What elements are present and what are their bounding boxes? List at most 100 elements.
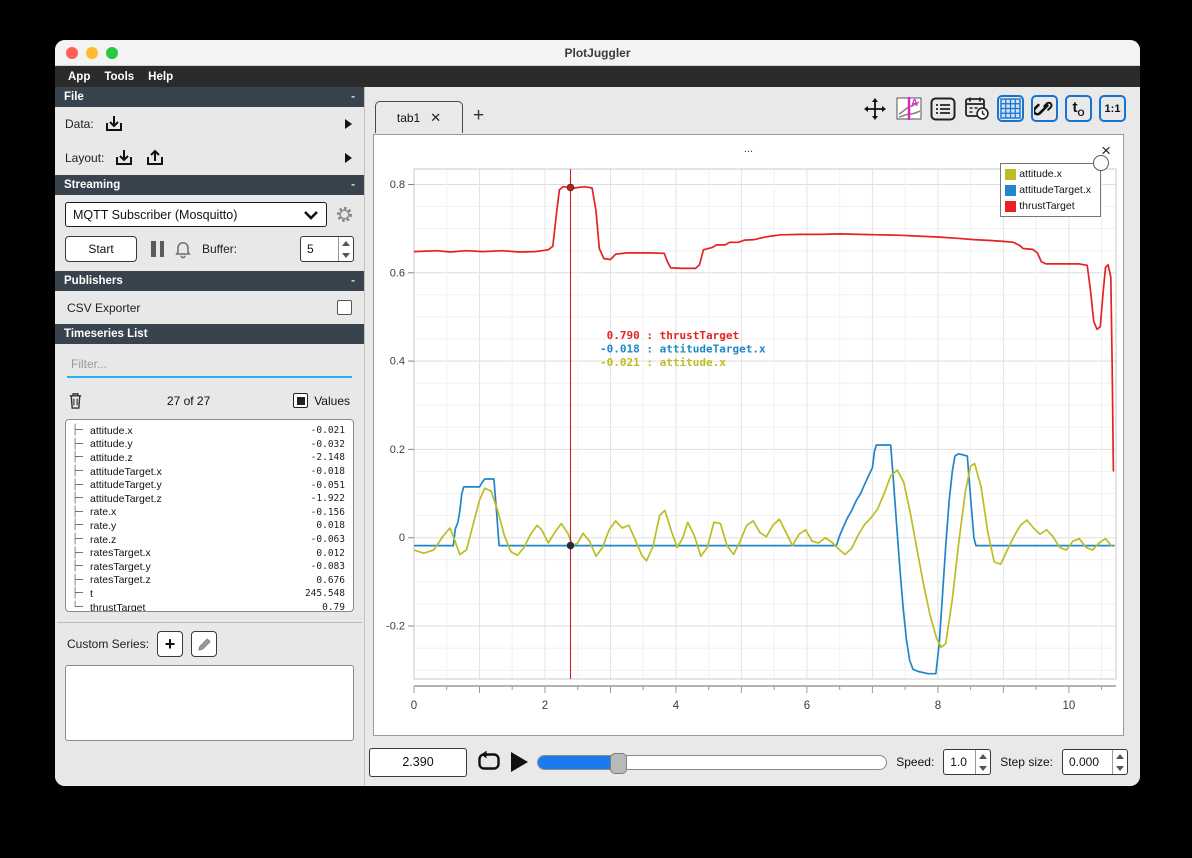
spin-down-button[interactable]	[339, 249, 353, 261]
plot-canvas[interactable]: -0.2 0 0.2 0.4 0.6 0.8 0 2 4 6 8 10 0.790 : thrustT…	[374, 159, 1126, 725]
series-value: -0.018	[310, 466, 345, 478]
start-streaming-button[interactable]: Start	[65, 236, 137, 262]
play-button[interactable]	[511, 752, 528, 772]
file-section-header[interactable]: File -	[55, 87, 364, 107]
filter-input[interactable]	[67, 354, 352, 378]
trash-icon[interactable]	[67, 391, 84, 410]
plot-legend[interactable]: attitude.x attitudeTarget.x thrustTarget	[1000, 155, 1109, 217]
csv-exporter-checkbox[interactable]	[337, 300, 352, 315]
data-label: Data:	[65, 117, 94, 131]
title-bar: PlotJuggler	[55, 40, 1140, 66]
timeseries-row[interactable]: ├─ t 245.548	[72, 587, 345, 601]
plot-widget[interactable]: ... × -0.2 0 0.2 0.4 0.6 0.8 0 2 4 6 8 10 0.790 : t…	[373, 134, 1124, 736]
upload-icon	[147, 149, 164, 165]
svg-text:10: 10	[1063, 700, 1076, 712]
step-size-spinbox[interactable]: 0.000	[1062, 749, 1128, 775]
tree-branch-icon: ├─	[72, 547, 83, 559]
tracker-tooltip-line: -0.018 : attitudeTarget.x	[600, 343, 766, 356]
timeseries-row[interactable]: ├─ rate.x -0.156	[72, 506, 345, 520]
timeseries-section-header[interactable]: Timeseries List	[55, 324, 364, 344]
timeline-slider[interactable]	[537, 752, 888, 774]
speed-spinbox[interactable]: 1.0	[943, 749, 992, 775]
timeseries-row[interactable]: ├─ attitude.y -0.032	[72, 438, 345, 452]
timeseries-list[interactable]: ├─ attitude.x -0.021 ├─ attitude.y -0.032 ├─ at…	[65, 419, 354, 612]
timeseries-row[interactable]: ├─ attitudeTarget.x -0.018	[72, 465, 345, 479]
spin-up-button[interactable]	[1113, 750, 1127, 762]
curve-editor-button[interactable]: A	[895, 95, 922, 122]
series-value: -0.083	[310, 561, 345, 573]
slider-handle[interactable]	[610, 752, 628, 774]
svg-text:0.6: 0.6	[390, 267, 405, 279]
tree-branch-icon: ├─	[72, 506, 83, 518]
list-view-button[interactable]	[929, 95, 956, 122]
legend-handle-icon[interactable]	[1093, 155, 1109, 171]
pencil-icon	[197, 637, 211, 651]
streaming-section-header[interactable]: Streaming -	[55, 175, 364, 195]
date-time-button[interactable]	[963, 95, 990, 122]
ratio-button[interactable]: 1:1	[1099, 95, 1126, 122]
menu-tools[interactable]: Tools	[97, 71, 141, 83]
gear-icon[interactable]	[335, 205, 354, 224]
spin-down-button[interactable]	[1113, 762, 1127, 774]
timeseries-row[interactable]: ├─ ratesTarget.x 0.012	[72, 546, 345, 560]
grid-layout-button[interactable]	[997, 95, 1024, 122]
streaming-source-value: MQTT Subscriber (Mosquitto)	[73, 207, 238, 222]
close-tab-icon[interactable]: ✕	[430, 111, 441, 124]
loop-icon[interactable]	[476, 750, 502, 774]
legend-item[interactable]: attitude.x	[1005, 168, 1091, 180]
download-icon	[116, 150, 133, 165]
legend-item[interactable]: attitudeTarget.x	[1005, 184, 1091, 196]
svg-text:0: 0	[411, 700, 417, 712]
bell-icon[interactable]	[174, 240, 192, 259]
custom-series-list[interactable]	[65, 665, 354, 741]
step-size-label: Step size:	[1000, 755, 1053, 769]
pause-icon[interactable]	[151, 241, 164, 257]
load-data-button[interactable]	[103, 114, 125, 134]
series-name: rate.z	[90, 533, 117, 546]
data-menu-arrow[interactable]	[345, 119, 352, 129]
layout-menu-arrow[interactable]	[345, 153, 352, 163]
timeseries-row[interactable]: ├─ rate.y 0.018	[72, 519, 345, 533]
layout-row: Layout:	[55, 141, 364, 175]
svg-text:8: 8	[935, 700, 941, 712]
spin-down-button[interactable]	[976, 762, 990, 774]
menu-help[interactable]: Help	[141, 71, 180, 83]
load-layout-button[interactable]	[113, 148, 135, 168]
tab-tab1[interactable]: tab1 ✕	[375, 101, 463, 133]
series-name: attitude.y	[90, 438, 133, 451]
series-name: ratesTarget.y	[90, 560, 151, 573]
save-layout-button[interactable]	[144, 148, 166, 168]
time-offset-button[interactable]: tO	[1065, 95, 1092, 122]
publishers-section-title: Publishers	[64, 275, 123, 287]
buffer-spinbox[interactable]: 5	[300, 236, 354, 262]
sidebar: File - Data: Layout: Streaming - MQTT Su…	[55, 87, 365, 786]
series-name: ratesTarget.z	[90, 574, 151, 587]
add-tab-button[interactable]: +	[473, 105, 484, 127]
timeseries-row[interactable]: ├─ ratesTarget.y -0.083	[72, 560, 345, 574]
timeseries-row[interactable]: ├─ attitude.z -2.148	[72, 451, 345, 465]
add-custom-series-button[interactable]: +	[157, 631, 184, 657]
spin-up-button[interactable]	[339, 237, 353, 249]
timeseries-row[interactable]: ├─ attitudeTarget.z -1.922	[72, 492, 345, 506]
timeseries-row[interactable]: └─ thrustTarget 0.79	[72, 601, 345, 611]
link-axes-button[interactable]	[1031, 95, 1058, 122]
pan-zoom-button[interactable]	[861, 95, 888, 122]
buffer-value: 5	[307, 242, 314, 256]
current-time-field[interactable]	[369, 747, 467, 777]
values-checkbox[interactable]	[293, 393, 309, 408]
timeseries-row[interactable]: ├─ ratesTarget.z 0.676	[72, 574, 345, 588]
legend-item[interactable]: thrustTarget	[1005, 200, 1091, 212]
download-icon	[105, 116, 122, 131]
menu-app[interactable]: App	[61, 71, 97, 83]
timeseries-row[interactable]: ├─ rate.z -0.063	[72, 533, 345, 547]
edit-custom-series-button[interactable]	[191, 631, 218, 657]
streaming-source-select[interactable]: MQTT Subscriber (Mosquitto)	[65, 202, 327, 227]
timeseries-row[interactable]: ├─ attitude.x -0.021	[72, 424, 345, 438]
series-value: -2.148	[310, 452, 345, 464]
curve-style-icon: A	[896, 97, 921, 120]
spin-up-button[interactable]	[976, 750, 990, 762]
publishers-section-header[interactable]: Publishers -	[55, 271, 364, 291]
series-thrustTarget	[413, 185, 1115, 472]
list-icon	[930, 97, 955, 120]
timeseries-row[interactable]: ├─ attitudeTarget.y -0.051	[72, 478, 345, 492]
